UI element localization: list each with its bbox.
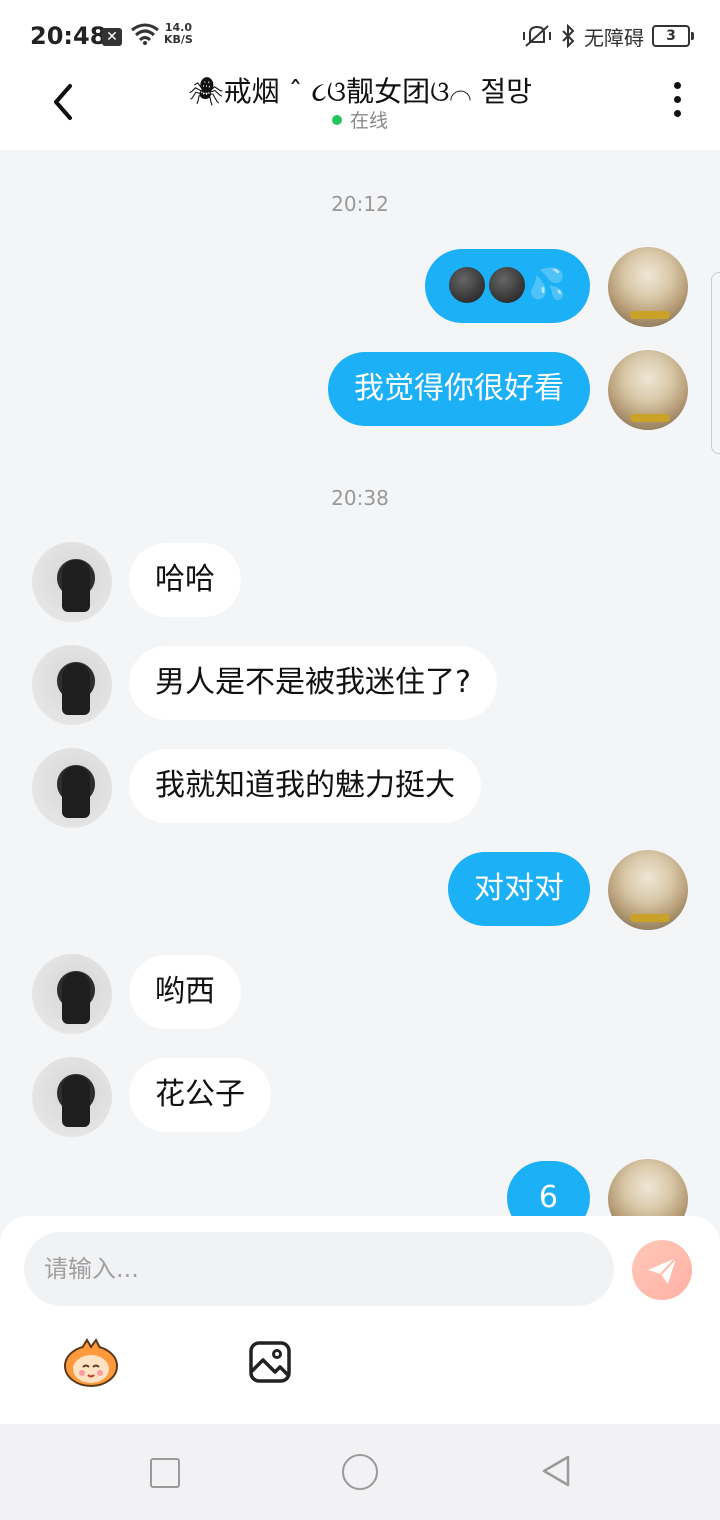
notification-icon: ✕ [102,28,122,46]
contact-avatar[interactable] [32,954,112,1034]
recent-apps-icon[interactable] [150,1458,180,1488]
image-icon[interactable] [248,1340,292,1384]
message-bubble-them[interactable]: 哈哈 [129,543,241,617]
message-bubble-them[interactable]: 哟西 [129,955,241,1029]
bluetooth-icon [562,24,575,48]
dark-smile-emoji-icon [488,266,525,303]
message-bubble-me[interactable]: 对对对 [448,852,590,926]
contact-avatar[interactable] [32,542,112,622]
battery-icon: 3 [652,25,694,47]
my-avatar[interactable] [608,1159,688,1216]
my-avatar[interactable] [608,247,688,327]
home-icon[interactable] [342,1454,378,1490]
send-button[interactable] [632,1240,692,1300]
status-bar: 20:48 ✕ 14.0 KB/S 无障碍 3 [0,0,720,72]
system-nav-bar [0,1424,720,1520]
dark-smile-emoji-icon [448,266,485,303]
timestamp: 20:38 [331,486,389,510]
message-input[interactable] [24,1232,614,1306]
message-bubble-them[interactable]: 男人是不是被我迷住了? [129,646,497,720]
more-options-icon[interactable] [672,82,682,122]
message-bubble-them[interactable]: 我就知道我的魅力挺大 [129,749,481,823]
message-bubble-me[interactable]: 6 [506,1161,590,1216]
online-dot [331,114,342,125]
online-status: 在线 [0,106,720,133]
message-bubble-me[interactable]: 💦 [424,249,590,323]
message-bubble-them[interactable]: 花公子 [129,1058,271,1132]
accessibility-label: 无障碍 [584,25,644,50]
send-icon [648,1257,677,1284]
network-speed: 14.0 KB/S [164,21,193,46]
chat-area[interactable]: 20:12 💦 我觉得你很好看 20:38 哈哈 男人是不是被我迷住了? 我就知… [0,150,720,1216]
contact-avatar[interactable] [32,645,112,725]
nav-back-icon[interactable] [540,1454,572,1488]
my-avatar[interactable] [608,350,688,430]
vibrate-icon [523,25,551,47]
chat-title: 🕷戒烟 ˆ ૮ଓ靓女团ଓ⌒ 절망 [188,75,532,108]
contact-avatar[interactable] [32,748,112,828]
scroll-handle[interactable] [711,272,720,454]
my-avatar[interactable] [608,850,688,930]
status-time: 20:48 [30,22,107,50]
contact-avatar[interactable] [32,1057,112,1137]
timestamp: 20:12 [331,192,389,216]
message-bubble-me[interactable]: 我觉得你很好看 [328,352,590,426]
chat-header: 🕷戒烟 ˆ ૮ଓ靓女团ଓ⌒ 절망 在线 [0,72,720,150]
input-panel [0,1216,720,1424]
wifi-icon [131,23,159,45]
emoji-sticker-icon[interactable] [62,1338,120,1388]
sweat-droplets-emoji-icon: 💦 [528,266,566,302]
